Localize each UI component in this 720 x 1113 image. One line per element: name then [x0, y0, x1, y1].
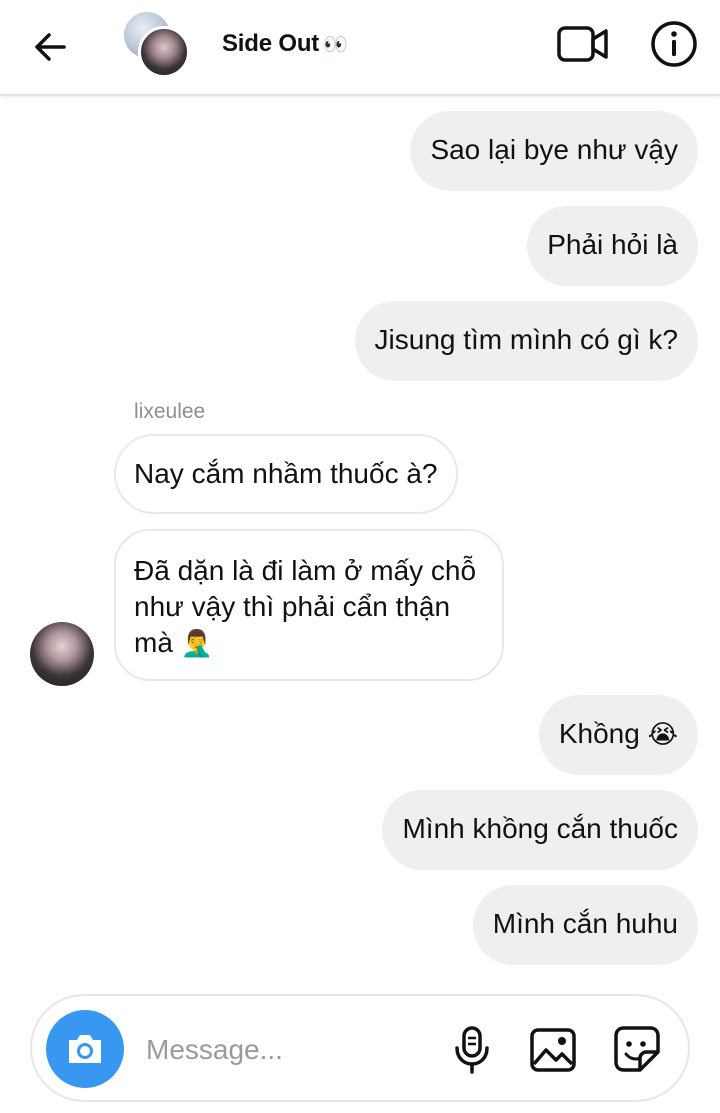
group-avatar[interactable]: [124, 12, 192, 80]
message-text: Jisung tìm mình có gì k?: [374, 324, 678, 355]
eyes-emoji: 👀: [323, 34, 348, 56]
sticker-button[interactable]: [612, 1024, 662, 1074]
video-camera-icon: [557, 26, 608, 62]
info-icon: [651, 21, 697, 67]
message-text: Mình cắn huhu: [492, 908, 678, 939]
message-text: Mình khồng cắn thuốc: [402, 813, 678, 844]
microphone-icon: [455, 1026, 489, 1074]
message-bubble[interactable]: Mình khồng cắn thuốc: [382, 790, 698, 870]
message-text: Sao lại bye như vậy: [430, 134, 678, 165]
message-text: Khồng: [558, 718, 640, 749]
message-bubble[interactable]: Jisung tìm mình có gì k?: [354, 301, 698, 381]
gallery-button[interactable]: [528, 1026, 578, 1074]
avatar-front: [138, 26, 190, 78]
video-call-button[interactable]: [556, 22, 610, 66]
camera-icon: [69, 1035, 101, 1063]
message-bubble[interactable]: Nay cắm nhầm thuốc à?: [114, 434, 458, 514]
sticker-icon: [614, 1026, 660, 1072]
message-bubble[interactable]: Khồng 😭: [538, 695, 698, 775]
microphone-button[interactable]: [450, 1026, 494, 1074]
arrow-left-icon: [35, 33, 66, 61]
info-button[interactable]: [648, 18, 700, 70]
camera-button[interactable]: [46, 1010, 124, 1088]
message-bubble[interactable]: Phải hỏi là: [527, 206, 698, 286]
message-composer: [30, 994, 690, 1102]
chat-title-text: Side Out: [222, 30, 320, 57]
sender-name: lixeulee: [134, 400, 206, 423]
crying-emoji: 😭: [647, 720, 678, 750]
message-input[interactable]: [146, 1028, 426, 1072]
sender-avatar[interactable]: [30, 622, 94, 686]
back-button[interactable]: [28, 24, 74, 70]
facepalm-emoji: 🤦‍♂️: [180, 629, 214, 659]
message-bubble[interactable]: Đã dặn là đi làm ở mấy chỗ như vậy thì p…: [114, 529, 504, 681]
message-bubble[interactable]: Sao lại bye như vậy: [410, 111, 698, 191]
message-text: Nay cắm nhầm thuốc à?: [134, 458, 438, 489]
message-text: Phải hỏi là: [547, 229, 678, 260]
chat-header: Side Out 👀: [0, 0, 720, 96]
chat-title[interactable]: Side Out 👀: [222, 30, 348, 58]
message-bubble[interactable]: Mình cắn huhu: [472, 885, 698, 965]
image-icon: [530, 1028, 576, 1072]
